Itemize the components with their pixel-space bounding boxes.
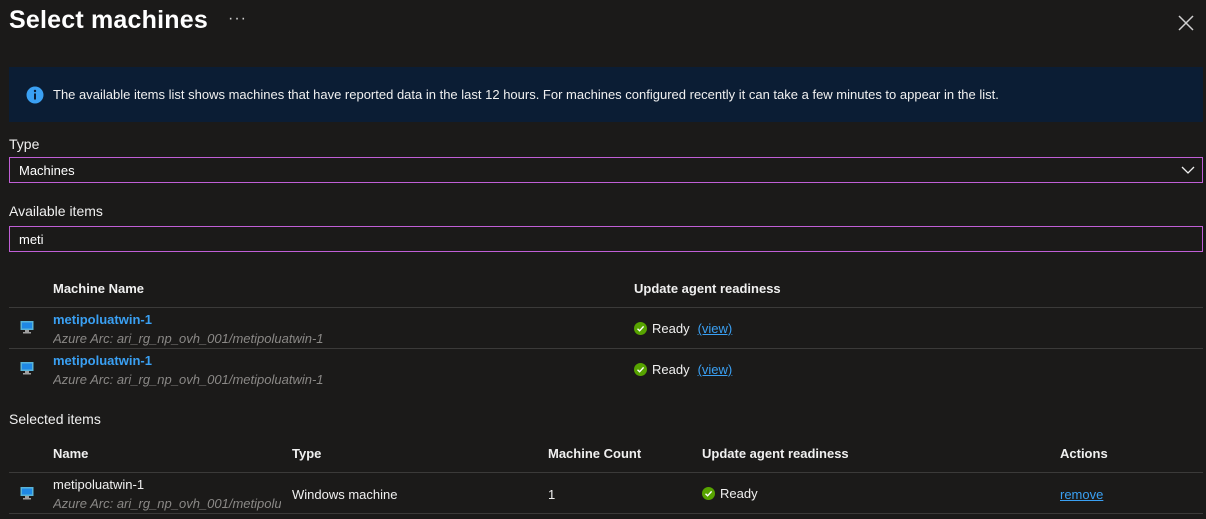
readiness-status: Ready (view) <box>634 362 732 377</box>
remove-link[interactable]: remove <box>1060 487 1103 502</box>
divider <box>9 513 1203 514</box>
column-header-machine-name[interactable]: Machine Name <box>53 281 144 296</box>
check-circle-icon <box>634 322 647 335</box>
check-circle-icon <box>702 487 715 500</box>
info-banner-text: The available items list shows machines … <box>53 87 999 102</box>
machine-resource-path: Azure Arc: ari_rg_np_ovh_001/metipoluatw… <box>53 331 324 346</box>
close-icon[interactable] <box>1176 13 1196 33</box>
virtual-machine-icon <box>20 362 34 375</box>
search-input[interactable] <box>9 226 1203 252</box>
page-title: Select machines <box>9 6 208 34</box>
readiness-status-text: Ready <box>652 362 690 377</box>
readiness-status-text: Ready <box>720 486 758 501</box>
selected-machine-count: 1 <box>548 487 556 502</box>
type-dropdown-value: Machines <box>19 162 75 178</box>
more-options-button[interactable]: ··· <box>228 10 247 28</box>
machine-resource-path: Azure Arc: ari_rg_np_ovh_001/metipoluatw… <box>53 372 324 387</box>
selected-machine-resource-path: Azure Arc: ari_rg_np_ovh_001/metipoluatw… <box>53 496 281 511</box>
info-icon <box>26 86 44 103</box>
selected-machine-type: Windows machine <box>292 487 398 502</box>
virtual-machine-icon <box>20 321 34 334</box>
machine-name-link[interactable]: metipoluatwin-1 <box>53 353 152 368</box>
view-link[interactable]: (view) <box>698 362 733 377</box>
readiness-status: Ready (view) <box>634 321 732 336</box>
virtual-machine-icon <box>20 487 34 500</box>
info-banner: The available items list shows machines … <box>9 67 1203 122</box>
selected-machine-name: metipoluatwin-1 <box>53 477 145 492</box>
column-header-name[interactable]: Name <box>53 446 88 461</box>
chevron-down-icon <box>1181 166 1195 174</box>
type-dropdown[interactable]: Machines <box>9 157 1203 183</box>
column-header-update-agent-readiness[interactable]: Update agent readiness <box>634 281 781 296</box>
machine-name-link[interactable]: metipoluatwin-1 <box>53 312 152 327</box>
available-items-label: Available items <box>9 203 103 219</box>
readiness-status: Ready <box>702 486 758 501</box>
column-header-machine-count[interactable]: Machine Count <box>548 446 641 461</box>
column-header-update-agent-readiness[interactable]: Update agent readiness <box>702 446 849 461</box>
type-label: Type <box>9 136 40 152</box>
check-circle-icon <box>634 363 647 376</box>
view-link[interactable]: (view) <box>698 321 733 336</box>
column-header-type[interactable]: Type <box>292 446 321 461</box>
column-header-actions: Actions <box>1060 446 1108 461</box>
readiness-status-text: Ready <box>652 321 690 336</box>
selected-items-label: Selected items <box>9 411 101 427</box>
